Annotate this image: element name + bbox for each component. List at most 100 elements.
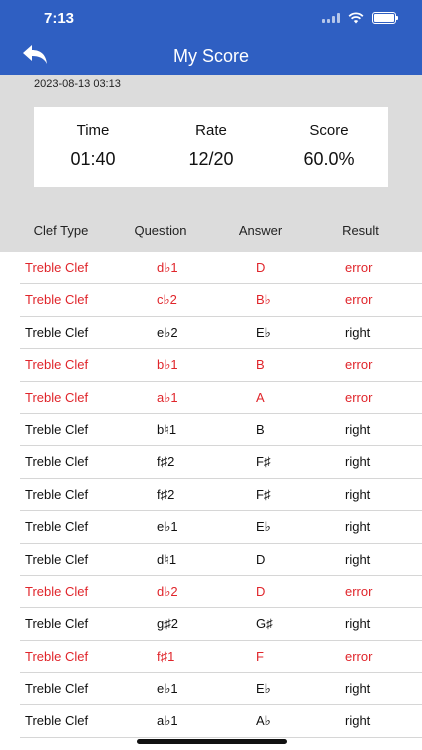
stat-score-value: 60.0% [303, 149, 355, 169]
row-answer: B♭ [256, 292, 271, 308]
table-row: Treble Clef g♯2 G♯ right [20, 608, 422, 641]
page-title: My Score [172, 46, 250, 66]
table-row: Treble Clef d♮1 Dright [20, 544, 422, 576]
stat-score: Score 60.0% [270, 122, 388, 170]
row-result: right [345, 551, 371, 567]
row-question: a♭1 [157, 389, 178, 405]
row-result: error [345, 389, 373, 405]
row-clef-type: Treble Clef [25, 260, 89, 275]
row-question: e♭1 [157, 519, 178, 535]
row-clef-type: Treble Clef [25, 519, 89, 535]
column-header-question: Question [134, 223, 187, 238]
row-result: right [345, 616, 371, 632]
summary-area: 2023-08-13 03:13 Time 01:40 Rate 12/20 S… [0, 75, 422, 252]
row-result: right [345, 421, 371, 437]
row-result: right [345, 324, 371, 340]
row-answer: B [256, 421, 265, 437]
row-question: g♯2 [157, 616, 178, 632]
row-clef-type: Treble Clef [25, 616, 89, 632]
row-result: right [345, 519, 371, 535]
row-answer: G♯ [256, 616, 273, 632]
stat-rate: Rate 12/20 [152, 122, 270, 170]
row-clef-type: Treble Clef [25, 583, 89, 599]
status-icons [322, 12, 398, 24]
stat-score-label: Score [309, 122, 349, 139]
row-answer: A [256, 389, 265, 405]
status-time: 7:13 [44, 10, 75, 27]
row-clef-type: Treble Clef [25, 648, 89, 664]
table-row: Treble Clef e♭2 E♭ right [20, 317, 422, 350]
row-question: c♭2 [157, 292, 177, 308]
row-answer: F♯ [256, 454, 271, 470]
row-result: right [345, 486, 371, 502]
table-row: Treble Clef e♭1 E♭ right [20, 511, 422, 544]
row-clef-type: Treble Clef [25, 324, 89, 340]
row-result: error [345, 292, 373, 308]
table-row: Treble Clef f♯2 F♯ right [20, 446, 422, 479]
row-question: f♯1 [157, 648, 175, 664]
row-result: right [345, 713, 371, 729]
results-list[interactable]: Treble Clef d♭1 Derror Treble Clef c♭2 B♭ erro… [0, 252, 422, 738]
table-row: Treble Clef d♭1 Derror [20, 252, 422, 285]
row-answer: F♯ [256, 486, 271, 502]
row-question: e♭1 [157, 681, 178, 697]
table-row: Treble Clef f♯2 F♯ right [20, 479, 422, 512]
row-question: d♮1 [157, 551, 177, 567]
row-answer: D [256, 583, 266, 599]
row-question: f♯2 [157, 486, 175, 502]
cellular-signal-icon [322, 13, 340, 23]
column-header-clef-type: Clef Type [33, 223, 89, 238]
stat-rate-value: 12/20 [188, 149, 234, 169]
row-clef-type: Treble Clef [25, 421, 89, 437]
row-result: right [345, 681, 371, 697]
row-clef-type: Treble Clef [25, 713, 89, 729]
score-date: 2023-08-13 03:13 [34, 78, 121, 90]
row-question: e♭2 [157, 324, 178, 340]
row-answer: E♭ [256, 681, 271, 697]
stat-time-value: 01:40 [70, 149, 116, 169]
home-indicator [137, 739, 287, 744]
table-row: Treble Clef d♭2 Derror [20, 576, 422, 609]
row-answer: A♭ [256, 713, 271, 729]
table-header: Clef Type Question Answer Result [0, 223, 422, 238]
row-clef-type: Treble Clef [25, 486, 89, 502]
row-answer: E♭ [256, 519, 271, 535]
row-result: error [345, 357, 373, 373]
row-result: error [345, 583, 373, 599]
row-clef-type: Treble Clef [25, 681, 89, 697]
table-row: Treble Clef a♭1 A♭ right [20, 705, 422, 738]
table-row: Treble Clef e♭1 E♭ right [20, 673, 422, 706]
row-question: d♭1 [157, 260, 178, 275]
wifi-icon [348, 12, 364, 24]
battery-icon [372, 12, 398, 24]
row-question: a♭1 [157, 713, 178, 729]
row-answer: B [256, 357, 265, 373]
row-question: b♮1 [157, 421, 177, 437]
table-row: Treble Clef a♭1 Aerror [20, 382, 422, 414]
score-summary-card: Time 01:40 Rate 12/20 Score 60.0% [34, 107, 388, 187]
table-row: Treble Clef b♮1 Bright [20, 414, 422, 447]
column-header-answer: Answer [238, 223, 283, 238]
stat-time-label: Time [76, 122, 110, 139]
row-answer: D [256, 260, 266, 275]
row-clef-type: Treble Clef [25, 389, 89, 405]
row-clef-type: Treble Clef [25, 292, 89, 308]
row-question: f♯2 [157, 454, 175, 470]
row-answer: E♭ [256, 324, 271, 340]
row-question: b♭1 [157, 357, 178, 373]
stat-rate-label: Rate [195, 122, 227, 139]
row-clef-type: Treble Clef [25, 454, 89, 470]
table-row: Treble Clef b♭1 Berror [20, 349, 422, 382]
table-row: Treble Clef f♯1 Ferror [20, 641, 422, 674]
row-clef-type: Treble Clef [25, 551, 89, 567]
nav-header: 7:13 My Score [0, 0, 422, 75]
row-result: error [345, 260, 373, 275]
column-header-result: Result [342, 223, 379, 238]
row-result: error [345, 648, 373, 664]
row-answer: F [256, 648, 264, 664]
row-answer: D [256, 551, 266, 567]
row-question: d♭2 [157, 583, 178, 599]
row-result: right [345, 454, 371, 470]
stat-time: Time 01:40 [34, 122, 152, 170]
table-row: Treble Clef c♭2 B♭ error [20, 284, 422, 317]
